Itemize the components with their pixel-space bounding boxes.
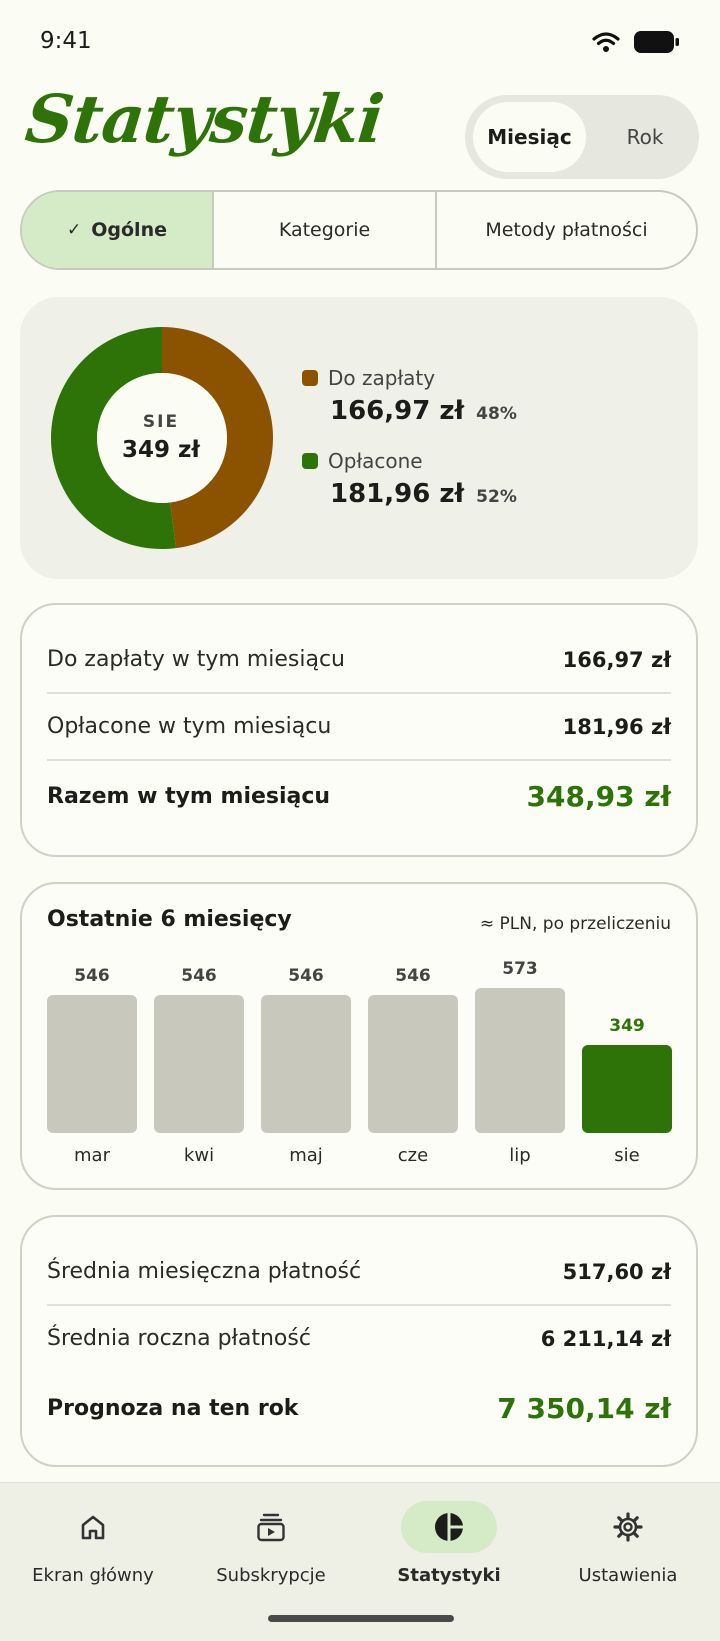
nav-label: Statystyki — [397, 1565, 501, 1586]
legend-percent: 48% — [476, 404, 517, 424]
period-option-month[interactable]: Miesiąc — [473, 102, 586, 172]
legend-label: Do zapłaty — [328, 366, 436, 390]
legend-amount: 181,96 zł — [330, 479, 465, 509]
stats-segmented-control: ✓ Ogólne Kategorie Metody płatności — [20, 190, 698, 270]
legend-percent: 52% — [476, 487, 517, 507]
legend-item-due: Do zapłaty — [302, 366, 435, 390]
nav-label: Subskrypcje — [216, 1565, 326, 1586]
legend-swatch-paid — [302, 453, 318, 469]
row-label-forecast: Prognoza na ten rok — [47, 1396, 299, 1421]
divider — [47, 1304, 671, 1306]
page-title: Statystyki — [21, 80, 387, 158]
nav-icon-container — [45, 1501, 141, 1553]
tab-payment-methods[interactable]: Metody płatności — [437, 192, 696, 268]
tab-categories[interactable]: Kategorie — [214, 192, 437, 268]
row-label-paid: Opłacone w tym miesiącu — [47, 714, 332, 739]
legend-value-paid: 181,96 zł 52% — [330, 479, 517, 509]
nav-icon-container — [401, 1501, 497, 1553]
tab-label: Kategorie — [278, 219, 371, 241]
nav-item-subscriptions[interactable]: Subskrypcje — [181, 1501, 361, 1586]
nav-icon-container — [580, 1501, 676, 1553]
chart-note: ≈ PLN, po przeliczeniu — [479, 914, 671, 934]
divider — [47, 759, 671, 761]
chart-title: Ostatnie 6 miesięcy — [47, 907, 292, 932]
legend-amount: 166,97 zł — [330, 396, 465, 426]
row-value-paid: 181,96 zł — [562, 715, 671, 739]
tab-label: Metody płatności — [485, 219, 648, 241]
row-value-due: 166,97 zł — [562, 648, 671, 672]
period-option-year[interactable]: Rok — [595, 102, 695, 172]
row-value-forecast: 7 350,14 zł — [497, 1392, 671, 1425]
settings-icon — [613, 1512, 643, 1542]
battery-icon — [634, 31, 679, 53]
statistics-icon — [435, 1513, 463, 1541]
status-time: 9:41 — [40, 28, 92, 54]
legend-value-due: 166,97 zł 48% — [330, 396, 517, 426]
nav-item-home[interactable]: Ekran główny — [3, 1501, 183, 1586]
legend-item-paid: Opłacone — [302, 449, 423, 473]
subscriptions-icon — [257, 1513, 285, 1542]
row-value-yearly-avg: 6 211,14 zł — [540, 1327, 671, 1351]
wifi-icon — [592, 32, 620, 52]
tab-general[interactable]: ✓ Ogólne — [22, 192, 214, 268]
nav-item-statistics[interactable]: Statystyki — [359, 1501, 539, 1586]
row-label-yearly-avg: Średnia roczna płatność — [47, 1326, 311, 1351]
home-icon — [81, 1515, 105, 1540]
donut-center-value: 349 zł — [122, 437, 200, 463]
nav-label: Ekran główny — [32, 1565, 154, 1586]
row-label-total: Razem w tym miesiącu — [47, 784, 331, 809]
row-value-monthly-avg: 517,60 zł — [562, 1260, 671, 1284]
nav-icon-container — [223, 1501, 319, 1553]
row-label-monthly-avg: Średnia miesięczna płatność — [47, 1259, 362, 1284]
legend-label: Opłacone — [328, 449, 423, 473]
status-icons — [592, 30, 680, 54]
donut-center-label: SIE — [142, 412, 180, 432]
nav-label: Ustawienia — [578, 1565, 678, 1586]
divider — [47, 692, 671, 694]
tab-label: Ogólne — [91, 219, 167, 241]
legend-swatch-due — [302, 370, 318, 386]
home-indicator — [268, 1615, 454, 1622]
row-label-due: Do zapłaty w tym miesiącu — [47, 647, 345, 672]
row-value-total: 348,93 zł — [526, 780, 671, 813]
check-icon: ✓ — [67, 220, 82, 240]
period-toggle[interactable]: Miesiąc Rok — [465, 95, 699, 179]
nav-item-settings[interactable]: Ustawienia — [538, 1501, 718, 1586]
